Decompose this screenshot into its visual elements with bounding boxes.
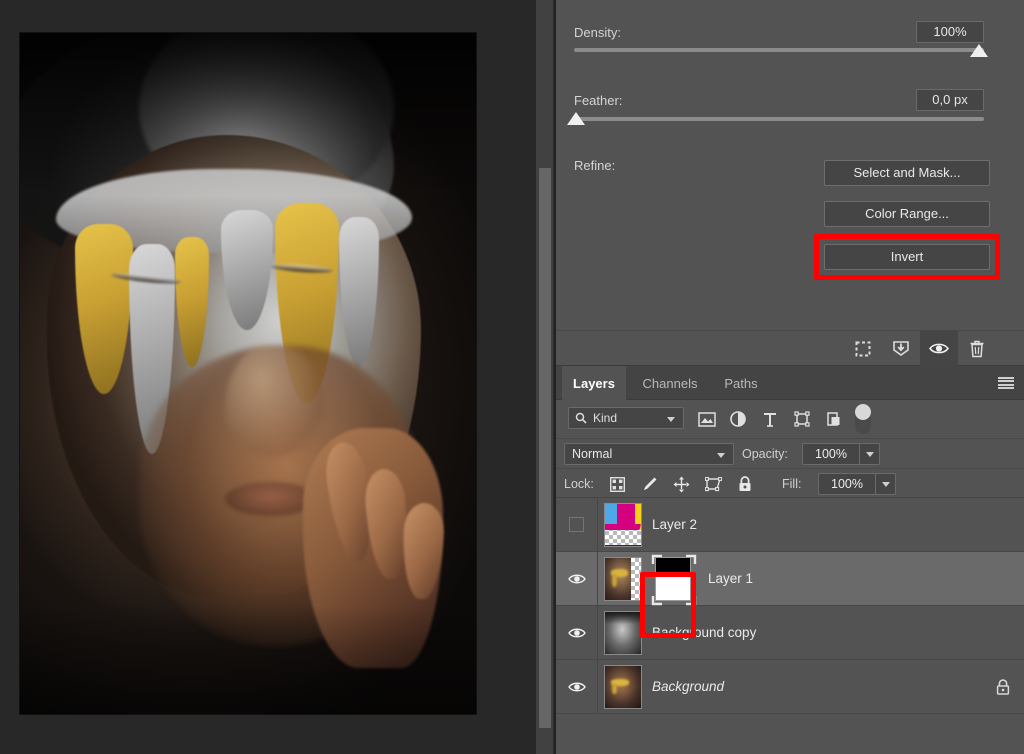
lock-image-pixels-icon[interactable] [638, 474, 660, 494]
photo-nose [225, 346, 325, 456]
layer-thumbnail[interactable] [604, 503, 642, 547]
tab-layers[interactable]: Layers [562, 366, 626, 400]
properties-panel-footer [556, 330, 1024, 366]
smart-object-filter-icon[interactable] [822, 408, 846, 430]
density-slider-track[interactable] [574, 48, 984, 52]
density-label: Density: [574, 25, 621, 40]
delete-mask-icon[interactable] [958, 331, 996, 366]
filter-enable-toggle[interactable] [855, 404, 871, 434]
density-slider-thumb[interactable] [970, 44, 988, 57]
tab-channels[interactable]: Channels [632, 366, 708, 400]
opacity-label: Opacity: [742, 447, 788, 461]
panel-tab-bar: Layers Channels Paths [556, 366, 1024, 400]
layer-visibility-toggle[interactable] [556, 606, 598, 659]
feather-slider-track[interactable] [574, 117, 984, 121]
layer-mask-thumbnail-wrapper[interactable] [648, 554, 698, 604]
shape-layer-filter-icon[interactable] [790, 408, 814, 430]
lock-transparent-pixels-icon[interactable] [606, 474, 628, 494]
panel-menu-icon[interactable] [998, 377, 1014, 389]
feather-label: Feather: [574, 93, 622, 108]
layer-name[interactable]: Layer 1 [708, 571, 753, 586]
layer-row-background[interactable]: Background [556, 660, 1024, 714]
adjustment-layer-filter-icon[interactable] [726, 408, 750, 430]
density-value-field[interactable]: 100% [916, 21, 984, 43]
color-range-button[interactable]: Color Range... [824, 201, 990, 227]
layer-filter-kind-value: Kind [593, 411, 617, 425]
fill-value-field[interactable]: 100% [818, 473, 896, 495]
tab-paths[interactable]: Paths [714, 366, 768, 400]
layer-row-layer-2[interactable]: Layer 2 [556, 498, 1024, 552]
invert-button[interactable]: Invert [824, 244, 990, 270]
layer-visibility-toggle[interactable] [556, 660, 598, 713]
document-image[interactable] [20, 33, 476, 714]
layer-mask-thumbnail[interactable] [655, 557, 691, 601]
feather-slider-thumb[interactable] [567, 112, 585, 125]
layer-visibility-toggle[interactable] [556, 498, 598, 551]
refine-label: Refine: [574, 158, 615, 173]
lock-position-icon[interactable] [670, 474, 692, 494]
blend-mode-select[interactable]: Normal [564, 443, 734, 465]
fill-value: 100% [819, 477, 875, 491]
eye-icon [568, 627, 586, 639]
chevron-down-icon [717, 453, 725, 458]
blend-mode-value: Normal [572, 447, 612, 461]
layer-lock-icon [996, 679, 1010, 695]
layer-row-background-copy[interactable]: Background copy [556, 606, 1024, 660]
layer-thumbnail[interactable] [604, 611, 642, 655]
eye-icon [568, 573, 586, 585]
document-vertical-scrollbar[interactable] [536, 0, 554, 754]
properties-panel: Density: 100% Feather: 0,0 px Refine: Se… [556, 0, 1024, 330]
lock-row: Lock: [556, 468, 1024, 498]
layer-filter-kind-select[interactable]: Kind [568, 407, 684, 429]
fill-label: Fill: [782, 477, 801, 491]
type-layer-filter-icon[interactable] [758, 408, 782, 430]
layer-name[interactable]: Background copy [652, 625, 756, 640]
pixel-layer-filter-icon[interactable] [695, 408, 719, 430]
layer-thumbnail[interactable] [604, 557, 642, 601]
opacity-value: 100% [803, 447, 859, 461]
search-icon [575, 412, 587, 424]
layer-list: Layer 2 [556, 498, 1024, 714]
layer-visibility-toggle[interactable] [556, 552, 598, 605]
blend-mode-row: Normal Opacity: 100% [556, 438, 1024, 468]
layer-name[interactable]: Background [652, 679, 724, 694]
eye-icon [568, 681, 586, 693]
select-and-mask-button[interactable]: Select and Mask... [824, 160, 990, 186]
layer-thumbnail[interactable] [604, 665, 642, 709]
photo-top-shadow [20, 33, 476, 196]
eye-hidden-icon [569, 517, 584, 532]
document-scrollbar-thumb[interactable] [539, 168, 551, 728]
feather-value-field[interactable]: 0,0 px [916, 89, 984, 111]
opacity-value-field[interactable]: 100% [802, 443, 880, 465]
layers-panel: Layers Channels Paths Kind [556, 366, 1024, 754]
chevron-down-icon [667, 417, 675, 422]
toggle-mask-visibility-icon[interactable] [920, 331, 958, 366]
apply-mask-icon[interactable] [882, 331, 920, 366]
load-selection-from-mask-icon[interactable] [844, 331, 882, 366]
right-panel-stack: Density: 100% Feather: 0,0 px Refine: Se… [556, 0, 1024, 754]
layer-row-layer-1[interactable]: Layer 1 [556, 552, 1024, 606]
layer-name[interactable]: Layer 2 [652, 517, 697, 532]
lock-all-icon[interactable] [734, 474, 756, 494]
lock-artboard-nesting-icon[interactable] [702, 474, 724, 494]
lock-label: Lock: [564, 477, 594, 491]
layer-filter-row: Kind [556, 400, 1024, 438]
fill-stepper-chevron-icon[interactable] [875, 474, 895, 494]
photo-bottom-shadow [20, 605, 476, 714]
opacity-stepper-chevron-icon[interactable] [859, 444, 879, 464]
document-canvas-area[interactable] [0, 0, 536, 754]
